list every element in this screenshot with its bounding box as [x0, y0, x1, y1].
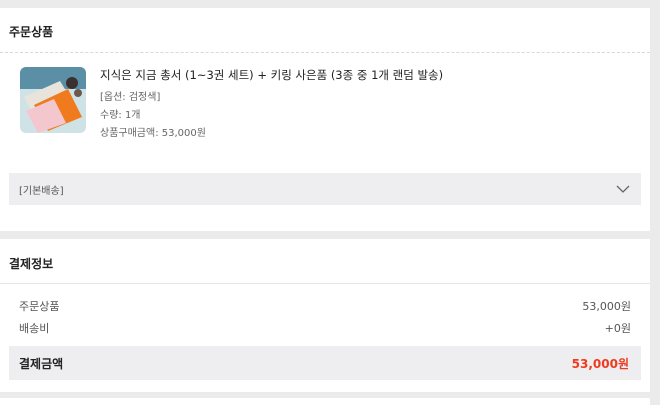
payment-row-value: 53,000원	[582, 300, 631, 313]
next-section-edge	[0, 398, 650, 405]
product-thumbnail[interactable]	[20, 67, 86, 133]
order-section-title: 주문상품	[9, 25, 54, 39]
product-option: [옵션: 검정색]	[100, 92, 161, 103]
payment-row-label: 주문상품	[19, 300, 60, 313]
order-products-panel: 주문상품 지식은 지금 총서 (1~3권 세트) + 키링 사은품 (3종 중 …	[0, 8, 650, 231]
payment-total-value: 53,000원	[571, 356, 629, 371]
section-divider	[0, 52, 650, 53]
payment-row-products: 주문상품 53,000원	[19, 298, 631, 314]
product-name[interactable]: 지식은 지금 총서 (1~3권 세트) + 키링 사은품 (3종 중 1개 랜덤…	[100, 67, 443, 83]
product-purchase-amount: 상품구매금액: 53,000원	[100, 128, 206, 139]
section-divider	[0, 283, 650, 284]
shipping-type-label: [기본배송]	[19, 185, 64, 197]
payment-info-panel: 결제정보 주문상품 53,000원 배송비 +0원 결제금액 53,000원	[0, 239, 650, 392]
payment-total-bar: 결제금액 53,000원	[9, 346, 641, 380]
shipping-accordion[interactable]: [기본배송]	[9, 173, 641, 205]
payment-total-label: 결제금액	[19, 356, 64, 371]
payment-row-value: +0원	[604, 322, 631, 335]
chevron-down-icon[interactable]	[615, 181, 631, 197]
payment-row-shipping: 배송비 +0원	[19, 320, 631, 336]
product-image	[20, 67, 86, 133]
payment-row-label: 배송비	[19, 322, 50, 335]
product-quantity: 수량: 1개	[100, 110, 141, 121]
payment-section-title: 결제정보	[9, 257, 54, 271]
